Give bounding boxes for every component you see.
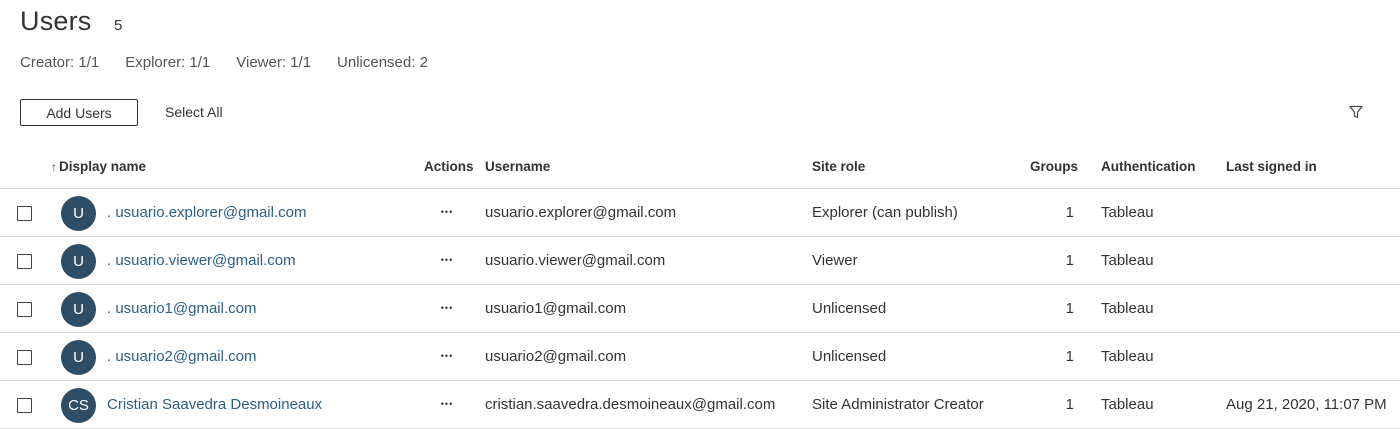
authentication-cell: Tableau: [1101, 348, 1154, 365]
column-header-site-role[interactable]: Site role: [812, 159, 865, 174]
avatar: U: [61, 340, 96, 375]
username-cell: usuario2@gmail.com: [485, 348, 627, 365]
display-name-link[interactable]: . usuario1@gmail.com: [107, 300, 256, 317]
avatar: CS: [61, 388, 96, 423]
last-signed-in-cell: Aug 21, 2020, 11:07 PM: [1226, 396, 1387, 413]
display-name-link[interactable]: . usuario.explorer@gmail.com: [107, 204, 306, 221]
license-unlicensed: Unlicensed: 2: [337, 54, 428, 71]
groups-cell: 1: [1065, 204, 1074, 221]
column-header-display-name[interactable]: ↑ Display name: [51, 159, 146, 174]
table-row: CS Cristian Saavedra Desmoineaux ••• cri…: [0, 381, 1400, 429]
license-viewer: Viewer: 1/1: [236, 54, 312, 71]
groups-cell: 1: [1065, 396, 1074, 413]
avatar: U: [61, 196, 96, 231]
user-count: 5: [114, 17, 123, 34]
more-actions-icon[interactable]: •••: [436, 347, 458, 365]
authentication-cell: Tableau: [1101, 396, 1154, 413]
more-actions-icon[interactable]: •••: [436, 395, 458, 413]
authentication-cell: Tableau: [1101, 300, 1154, 317]
authentication-cell: Tableau: [1101, 204, 1154, 221]
row-checkbox[interactable]: [17, 398, 32, 413]
column-header-authentication[interactable]: Authentication: [1101, 159, 1196, 174]
column-header-groups[interactable]: Groups: [1030, 159, 1078, 174]
avatar: U: [61, 244, 96, 279]
page-title: Users: [20, 6, 92, 36]
row-checkbox[interactable]: [17, 206, 32, 221]
site-role-cell: Unlicensed: [812, 348, 887, 365]
add-users-button[interactable]: Add Users: [20, 99, 138, 126]
authentication-cell: Tableau: [1101, 252, 1154, 269]
row-checkbox[interactable]: [17, 350, 32, 365]
license-creator: Creator: 1/1: [20, 54, 100, 71]
row-checkbox[interactable]: [17, 302, 32, 317]
groups-cell: 1: [1065, 300, 1074, 317]
filter-icon[interactable]: [1348, 104, 1364, 120]
groups-cell: 1: [1065, 348, 1074, 365]
username-cell: cristian.saavedra.desmoineaux@gmail.com: [485, 396, 776, 413]
table-row: U . usuario.viewer@gmail.com ••• usuario…: [0, 237, 1400, 285]
more-actions-icon[interactable]: •••: [436, 203, 458, 221]
display-name-link[interactable]: . usuario.viewer@gmail.com: [107, 252, 296, 269]
display-name-link[interactable]: Cristian Saavedra Desmoineaux: [107, 396, 322, 413]
display-name-link[interactable]: . usuario2@gmail.com: [107, 348, 256, 365]
site-role-cell: Explorer (can publish): [812, 204, 958, 221]
site-role-cell: Viewer: [812, 252, 858, 269]
table-header: ↑ Display name Actions Username Site role…: [0, 145, 1400, 189]
column-header-last-signed-in[interactable]: Last signed in: [1226, 159, 1317, 174]
sort-ascending-icon: ↑: [51, 160, 57, 174]
avatar: U: [61, 292, 96, 327]
groups-cell: 1: [1065, 252, 1074, 269]
license-summary: Creator: 1/1 Explorer: 1/1 Viewer: 1/1 U…: [20, 54, 454, 71]
more-actions-icon[interactable]: •••: [436, 299, 458, 317]
username-cell: usuario.viewer@gmail.com: [485, 252, 666, 269]
more-actions-icon[interactable]: •••: [436, 251, 458, 269]
site-role-cell: Unlicensed: [812, 300, 887, 317]
column-header-username[interactable]: Username: [485, 159, 550, 174]
table-row: U . usuario.explorer@gmail.com ••• usuar…: [0, 189, 1400, 237]
username-cell: usuario.explorer@gmail.com: [485, 204, 677, 221]
column-header-actions: Actions: [424, 159, 474, 174]
table-row: U . usuario2@gmail.com ••• usuario2@gmai…: [0, 333, 1400, 381]
license-explorer: Explorer: 1/1: [125, 54, 211, 71]
table-row: U . usuario1@gmail.com ••• usuario1@gmai…: [0, 285, 1400, 333]
select-all-button[interactable]: Select All: [165, 104, 223, 120]
site-role-cell: Site Administrator Creator: [812, 396, 984, 413]
username-cell: usuario1@gmail.com: [485, 300, 627, 317]
row-checkbox[interactable]: [17, 254, 32, 269]
